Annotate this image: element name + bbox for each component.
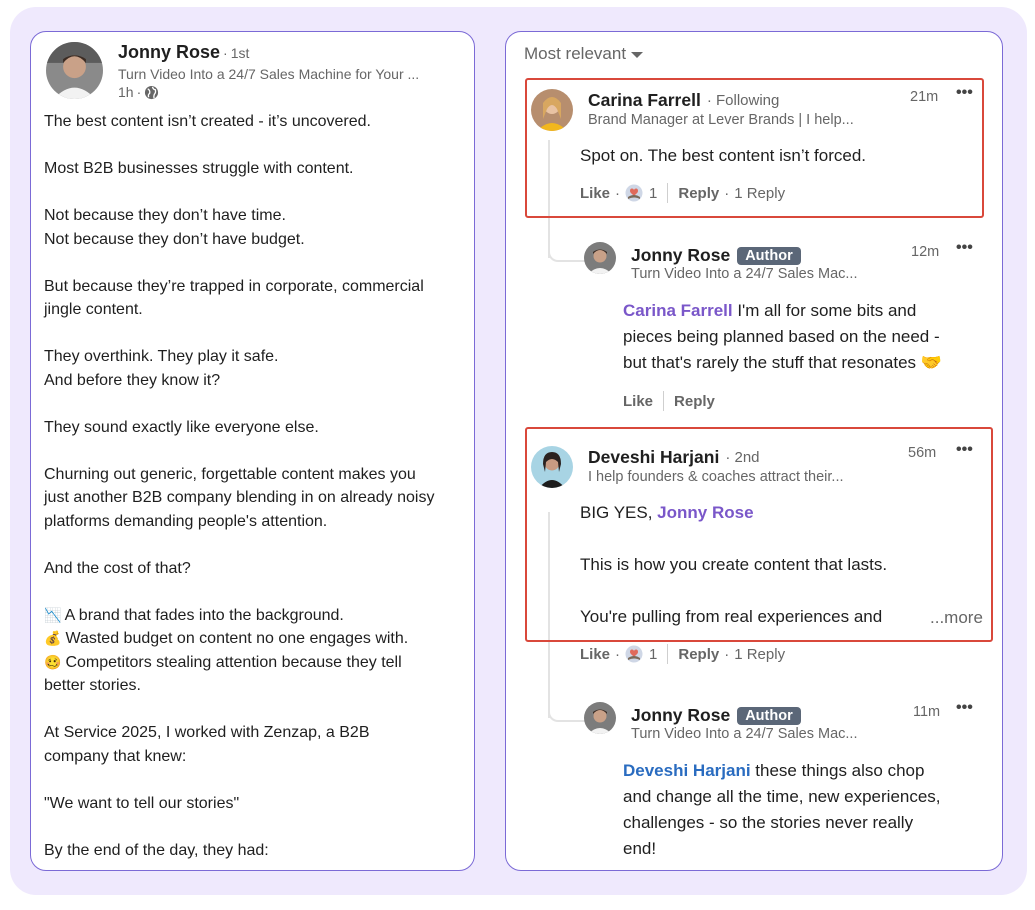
more-options-icon[interactable]: ••• — [956, 441, 973, 459]
sort-dropdown[interactable]: Most relevant — [524, 44, 644, 64]
commenter-name[interactable]: Jonny Rose — [631, 245, 730, 266]
comment-time: 12m — [911, 244, 940, 260]
thread-connector — [548, 692, 586, 722]
replies-count-link[interactable]: 1 Reply — [734, 646, 785, 663]
mention-link[interactable]: Jonny Rose — [657, 503, 753, 522]
post-text-line: company that knew: — [44, 747, 187, 765]
commenter-avatar[interactable] — [584, 242, 616, 274]
post-text-line: By the end of the day, they had: — [44, 841, 269, 859]
post-text-line: platforms demanding people's attention. — [44, 512, 328, 530]
post-panel: Jonny Rose · 1st Turn Video Into a 24/7 Sa… — [30, 31, 475, 871]
post-text-line: jingle content. — [44, 301, 143, 318]
author-headline: Turn Video Into a 24/7 Sales Machine for… — [118, 66, 420, 82]
commenter-headline: I help founders & coaches attract their.… — [588, 469, 844, 485]
post-text-line: Churning out generic, forgettable conten… — [44, 465, 416, 483]
bullet-emoji-icon: 💰 — [44, 630, 62, 646]
commenter-headline: Brand Manager at Lever Brands | I help..… — [588, 112, 854, 128]
post-text-line: At Service 2025, I worked with Zenzap, a… — [44, 724, 370, 741]
author-avatar[interactable] — [46, 42, 103, 99]
comment-text-line: You're pulling from real experiences and — [580, 607, 883, 626]
see-more-link[interactable]: ...more — [930, 608, 983, 628]
comment-text: BIG YES, Jonny Rose — [580, 503, 754, 522]
more-options-icon[interactable]: ••• — [956, 699, 973, 717]
post-time: 1h — [118, 84, 134, 100]
sort-label: Most relevant — [524, 44, 627, 63]
post-text-line: They overthink. They play it safe. — [44, 348, 279, 365]
comment-actions: Like Reply — [623, 391, 715, 411]
reaction-count: 1 — [649, 645, 658, 663]
post-text-line: Not because they don’t have time. — [44, 207, 286, 224]
commenter-relation: · 2nd — [725, 449, 760, 466]
commenter-avatar[interactable] — [531, 89, 573, 131]
globe-icon — [144, 85, 159, 100]
commenter-headline: Turn Video Into a 24/7 Sales Mac... — [631, 266, 858, 282]
reaction-love-icon[interactable] — [625, 184, 643, 202]
comment-text: Deveshi Harjani these things also chop a… — [623, 761, 941, 858]
post-text-line: better stories. — [44, 677, 141, 694]
author-badge: Author — [737, 706, 801, 725]
like-button[interactable]: Like — [623, 393, 653, 410]
commenter-relation: · Following — [706, 92, 780, 109]
author-name[interactable]: Jonny Rose — [118, 42, 220, 62]
comment-text: Carina Farrell I'm all for some bits and… — [623, 301, 942, 372]
replies-count-link[interactable]: 1 Reply — [734, 185, 785, 202]
mention-link[interactable]: Carina Farrell — [623, 301, 733, 320]
like-button[interactable]: Like — [580, 646, 610, 663]
reply-button[interactable]: Reply — [678, 646, 719, 663]
thread-line — [548, 512, 550, 718]
commenter-headline: Turn Video Into a 24/7 Sales Mac... — [631, 726, 858, 742]
post-bullet: 🥴 Competitors stealing attention because… — [44, 651, 464, 675]
post-header: Jonny Rose · 1st Turn Video Into a 24/7 Sa… — [46, 42, 464, 112]
comment-time: 11m — [913, 704, 941, 720]
mention-link[interactable]: Deveshi Harjani — [623, 761, 751, 780]
commenter-avatar[interactable] — [584, 702, 616, 734]
post-body: The best content isn’t created - it’s un… — [44, 110, 464, 862]
commenter-avatar[interactable] — [531, 446, 573, 488]
commenter-name[interactable]: Deveshi Harjani — [588, 447, 719, 468]
post-text-line: And the cost of that? — [44, 559, 191, 577]
comment-time: 56m — [908, 445, 937, 461]
comments-panel: Most relevant Carina Farrell · Following… — [505, 31, 1003, 871]
connection-degree: 1st — [230, 45, 250, 61]
reply-button[interactable]: Reply — [678, 185, 719, 202]
post-text-line: Most B2B businesses struggle with conten… — [44, 160, 354, 177]
post-text-line: "We want to tell our stories" — [44, 794, 240, 812]
post-bullet: 📉 A brand that fades into the background… — [44, 604, 464, 628]
post-meta: 1h · — [118, 84, 159, 100]
commenter-name[interactable]: Carina Farrell — [588, 90, 701, 111]
more-options-icon[interactable]: ••• — [956, 84, 973, 102]
thread-connector — [548, 232, 586, 262]
reaction-count: 1 — [649, 184, 658, 202]
bullet-emoji-icon: 📉 — [44, 606, 62, 623]
author-name-line: Jonny Rose · 1st — [118, 42, 250, 62]
post-text-line: Not because they don’t have budget. — [44, 230, 305, 248]
post-text-line: And before they know it? — [44, 371, 221, 389]
post-text-line: just another B2B company blending in on … — [44, 489, 435, 506]
post-text-line: They sound exactly like everyone else. — [44, 418, 319, 436]
comment-actions: Like · 1 Reply · 1 Reply — [580, 183, 786, 203]
comment-actions: Like · 1 Reply · 1 Reply — [580, 644, 786, 664]
post-bullet: 💰 Wasted budget on content no one engage… — [44, 627, 464, 651]
commenter-name[interactable]: Jonny Rose — [631, 705, 730, 726]
reaction-love-icon[interactable] — [625, 645, 643, 663]
caret-down-icon — [631, 52, 644, 58]
author-badge: Author — [737, 246, 801, 265]
more-options-icon[interactable]: ••• — [956, 239, 973, 257]
post-text-line: The best content isn’t created - it’s un… — [44, 113, 371, 130]
like-button[interactable]: Like — [580, 185, 610, 202]
bullet-emoji-icon: 🥴 — [44, 653, 62, 670]
comment-text-line: This is how you create content that last… — [580, 555, 888, 574]
comment-text: Spot on. The best content isn’t forced. — [580, 146, 867, 165]
reply-button[interactable]: Reply — [674, 393, 715, 410]
comment-time: 21m — [910, 89, 939, 105]
post-text-line: But because they’re trapped in corporate… — [44, 277, 424, 295]
